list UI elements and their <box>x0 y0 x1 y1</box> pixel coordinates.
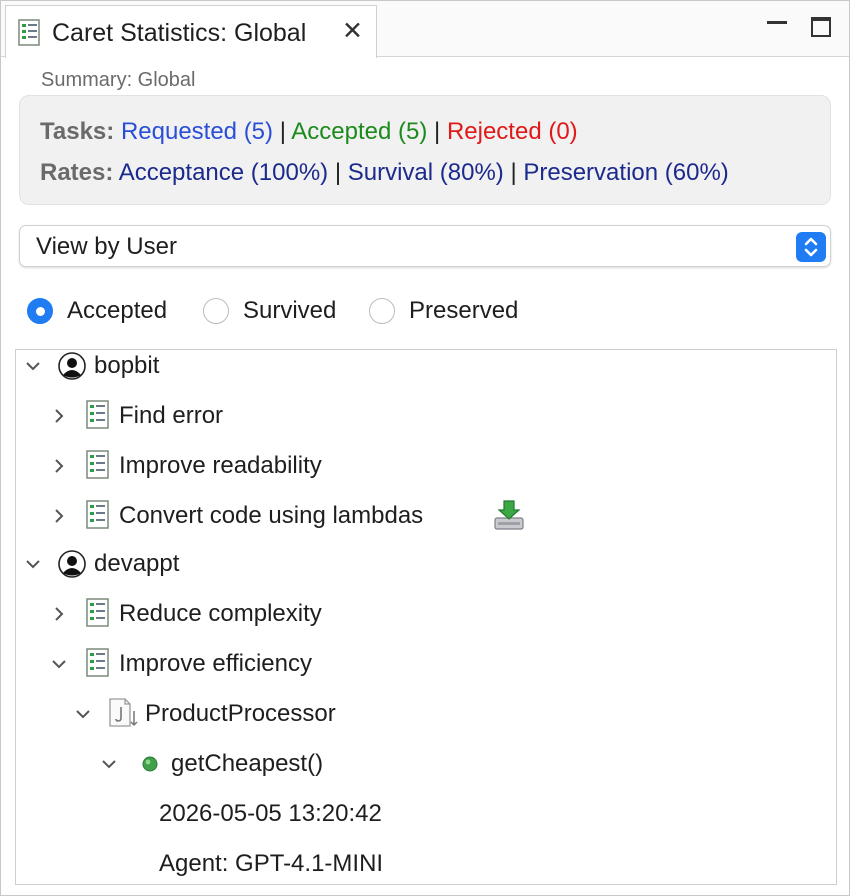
requested-link[interactable]: Requested (5) <box>121 118 273 145</box>
chevron-down-icon[interactable] <box>50 655 68 673</box>
chevron-right-icon[interactable] <box>50 407 68 425</box>
rates-label: Rates: <box>40 159 114 186</box>
task-list-icon <box>86 648 109 677</box>
maximize-button[interactable] <box>811 17 831 37</box>
radio-button[interactable] <box>369 298 395 324</box>
detail-agent: Agent: GPT-4.1-MINI <box>159 850 384 877</box>
task-list-icon <box>18 19 42 52</box>
task-label: Improve efficiency <box>119 650 312 677</box>
detail-timestamp: 2026-05-05 13:20:42 <box>159 800 382 827</box>
chevron-down-icon[interactable] <box>100 755 118 773</box>
separator: | <box>334 159 342 186</box>
task-label: Find error <box>119 402 224 429</box>
task-list-icon <box>86 598 109 627</box>
class-label: ProductProcessor <box>145 700 336 727</box>
radio-label: Accepted <box>67 297 168 324</box>
user-name: devappt <box>94 550 180 577</box>
summary-panel: Tasks: Requested (5) | Accepted (5) | Re… <box>19 95 831 205</box>
chevron-down-icon[interactable] <box>74 705 92 723</box>
user-icon <box>58 550 86 578</box>
radio-preserved[interactable]: Preserved <box>369 297 518 325</box>
task-list-icon <box>86 500 109 529</box>
accepted-link[interactable]: Accepted (5) <box>291 118 427 145</box>
radio-label: Survived <box>243 297 337 324</box>
task-list-icon <box>86 450 109 479</box>
tree-task-row[interactable]: Improve readability <box>16 446 836 486</box>
close-icon[interactable]: ✕ <box>342 19 363 44</box>
tree-user-row[interactable]: devappt <box>16 544 836 584</box>
tab-bar: Caret Statistics: Global ✕ <box>1 1 849 58</box>
minimize-button[interactable] <box>767 17 787 37</box>
select-arrows-icon <box>796 232 826 262</box>
statistics-tree[interactable]: bopbit Find error Improve readability Co… <box>15 349 837 885</box>
tasks-line: Tasks: Requested (5) | Accepted (5) | Re… <box>40 118 578 146</box>
chevron-right-icon[interactable] <box>50 605 68 623</box>
rejected-link[interactable]: Rejected (0) <box>447 118 578 145</box>
tree-detail-row[interactable]: 2026-05-05 13:20:42 <box>16 794 836 834</box>
chevron-right-icon[interactable] <box>50 457 68 475</box>
separator: | <box>434 118 441 145</box>
view-by-select-value: View by User <box>36 233 177 260</box>
radio-survived[interactable]: Survived <box>203 297 336 325</box>
task-label: Improve readability <box>119 452 322 479</box>
chevron-right-icon[interactable] <box>50 507 68 525</box>
tree-method-row[interactable]: getCheapest() <box>16 744 836 784</box>
radio-button[interactable] <box>27 298 53 324</box>
radio-button[interactable] <box>203 298 229 324</box>
tree-task-row[interactable]: Find error <box>16 396 836 436</box>
tree-task-row[interactable]: Reduce complexity <box>16 594 836 634</box>
tasks-label: Tasks: <box>40 118 115 145</box>
java-file-icon <box>109 698 138 727</box>
summary-label: Summary: Global <box>41 69 196 91</box>
chevron-down-icon[interactable] <box>24 357 42 375</box>
method-icon <box>142 756 158 772</box>
tree-class-row[interactable]: ProductProcessor <box>16 694 836 734</box>
task-list-icon <box>86 400 109 429</box>
task-label: Convert code using lambdas <box>119 502 424 529</box>
preservation-link[interactable]: Preservation (60%) <box>523 159 728 186</box>
method-label: getCheapest() <box>171 750 324 777</box>
separator: | <box>510 159 517 186</box>
rates-line: Rates: Acceptance (100%) | Survival (80%… <box>40 159 729 187</box>
separator: | <box>279 118 286 145</box>
caret-statistics-view: Caret Statistics: Global ✕ Summary: Glob… <box>0 0 850 896</box>
user-icon <box>58 352 86 380</box>
view-by-select[interactable]: View by User <box>19 225 831 267</box>
tab-caret-statistics[interactable]: Caret Statistics: Global ✕ <box>5 5 377 58</box>
tree-user-row[interactable]: bopbit <box>16 350 836 386</box>
radio-label: Preserved <box>409 297 519 324</box>
tree-task-row[interactable]: Convert code using lambdas <box>16 496 836 536</box>
import-icon[interactable] <box>492 498 526 532</box>
tree-task-row[interactable]: Improve efficiency <box>16 644 836 684</box>
task-label: Reduce complexity <box>119 600 322 627</box>
tree-detail-row[interactable]: Agent: GPT-4.1-MINI <box>16 844 836 884</box>
radio-accepted[interactable]: Accepted <box>27 297 167 325</box>
survival-link[interactable]: Survival (80%) <box>348 159 504 186</box>
chevron-down-icon[interactable] <box>24 555 42 573</box>
acceptance-link[interactable]: Acceptance (100%) <box>119 159 328 186</box>
user-name: bopbit <box>94 352 160 379</box>
tab-title: Caret Statistics: Global <box>52 19 307 47</box>
